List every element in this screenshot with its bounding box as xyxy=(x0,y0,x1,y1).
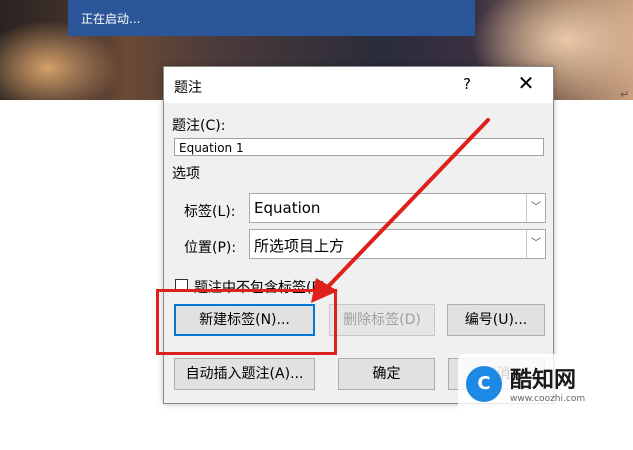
watermark-name: 酷知网 xyxy=(510,368,577,393)
site-watermark: C 酷知网 www.coozhi.com xyxy=(458,354,608,418)
coozhi-logo-icon: C xyxy=(466,366,502,402)
watermark-url: www.coozhi.com xyxy=(510,394,586,404)
arrow-shaft xyxy=(318,118,490,297)
